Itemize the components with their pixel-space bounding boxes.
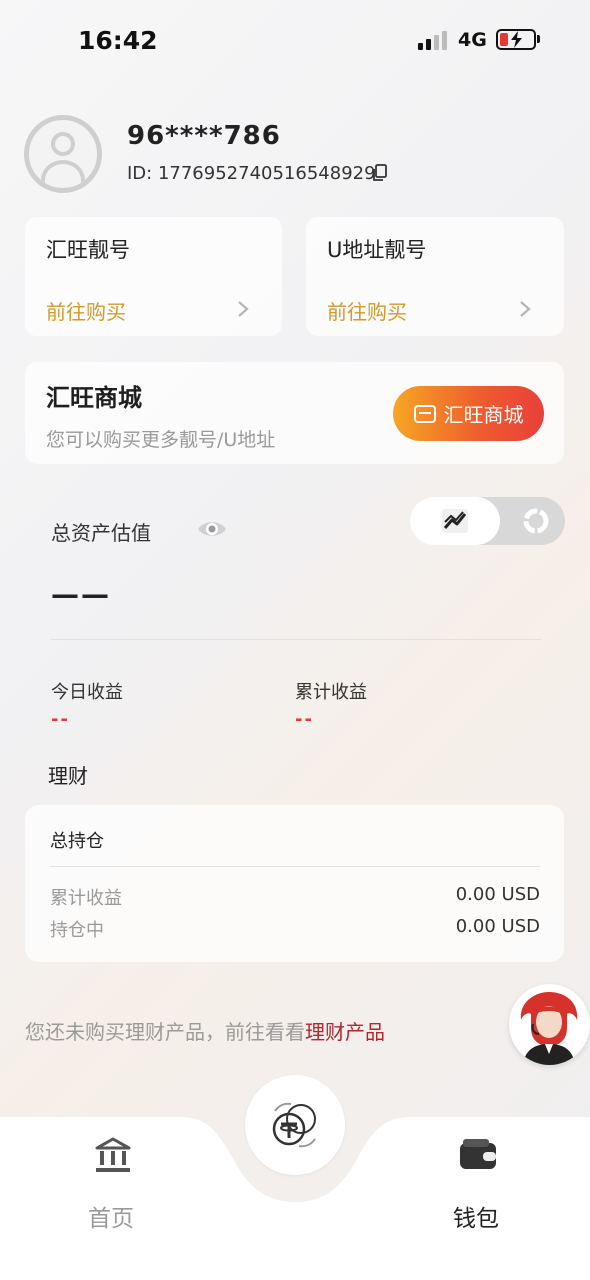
mall-button[interactable]: 汇旺商城 [393,386,544,441]
chevron-right-icon [520,301,531,317]
avatar[interactable] [24,115,102,193]
wallet-icon [460,1139,496,1169]
chevron-right-icon [238,301,249,317]
today-earnings-label: 今日收益 [51,682,123,703]
divider [51,639,541,640]
user-name: 96****786 [127,121,281,151]
notice-text: 您还未购买理财产品，前往看看 [25,1020,305,1044]
status-time: 16:42 [78,26,158,55]
pie-chart-toggle[interactable] [506,497,565,545]
network-type: 4G [458,29,487,51]
nav-wallet[interactable]: 钱包 [435,1137,521,1237]
holdings-title: 总持仓 [50,831,104,852]
usdt-exchange-icon [272,1102,316,1148]
total-assets-label: 总资产估值 [51,521,151,545]
battery-cap [537,35,540,43]
vanity-address-buy-link[interactable]: 前往购买 [327,296,407,325]
cumulative-earnings-label: 累计收益 [295,682,367,703]
vanity-number-buy-link[interactable]: 前往购买 [46,296,126,325]
total-assets-value: —— [51,578,111,611]
mall-title: 汇旺商城 [46,384,142,412]
finance-section-title: 理财 [48,764,88,788]
copy-icon[interactable] [372,164,388,182]
holdings-cumulative-value: 0.00 USD [455,884,540,905]
today-earnings-value: -- [51,709,70,730]
mall-subtitle: 您可以购买更多靓号/U地址 [46,429,276,451]
signal-icon [418,30,450,50]
nav-home-label: 首页 [88,1206,134,1232]
line-chart-toggle[interactable] [410,497,500,545]
mall-button-label: 汇旺商城 [443,403,524,427]
holdings-card: 总持仓 累计收益 0.00 USD 持仓中 0.00 USD [25,805,564,962]
exchange-button[interactable] [245,1075,345,1175]
store-icon [413,404,436,423]
vanity-number-title: 汇旺靓号 [46,238,130,262]
bank-icon [95,1137,131,1172]
no-products-notice: 您还未购买理财产品，前往看看理财产品 [25,1016,385,1045]
user-id: ID: 1776952740516548929 [127,163,376,184]
customer-support-avatar[interactable] [509,984,590,1065]
line-chart-icon [442,509,468,533]
eye-icon[interactable] [196,518,228,540]
ring-chart-icon [523,508,548,534]
chart-view-toggle[interactable] [410,497,565,545]
holdings-active-value: 0.00 USD [455,916,540,937]
nav-wallet-label: 钱包 [453,1206,499,1232]
nav-home[interactable]: 首页 [70,1137,156,1237]
battery-icon [496,29,536,50]
holdings-active-label: 持仓中 [50,920,104,941]
vanity-number-card[interactable]: 汇旺靓号 前往购买 [25,217,282,336]
status-bar: 16:42 4G [0,0,590,80]
divider [50,866,540,867]
vanity-address-card[interactable]: U地址靓号 前往购买 [306,217,564,336]
finance-products-link[interactable]: 理财产品 [305,1020,385,1044]
holdings-cumulative-label: 累计收益 [50,888,122,909]
profile-header: 96****786 ID: 1776952740516548929 [24,115,564,195]
support-agent-icon [509,984,590,1065]
cumulative-earnings-value: -- [295,709,314,730]
vanity-address-title: U地址靓号 [327,238,427,262]
